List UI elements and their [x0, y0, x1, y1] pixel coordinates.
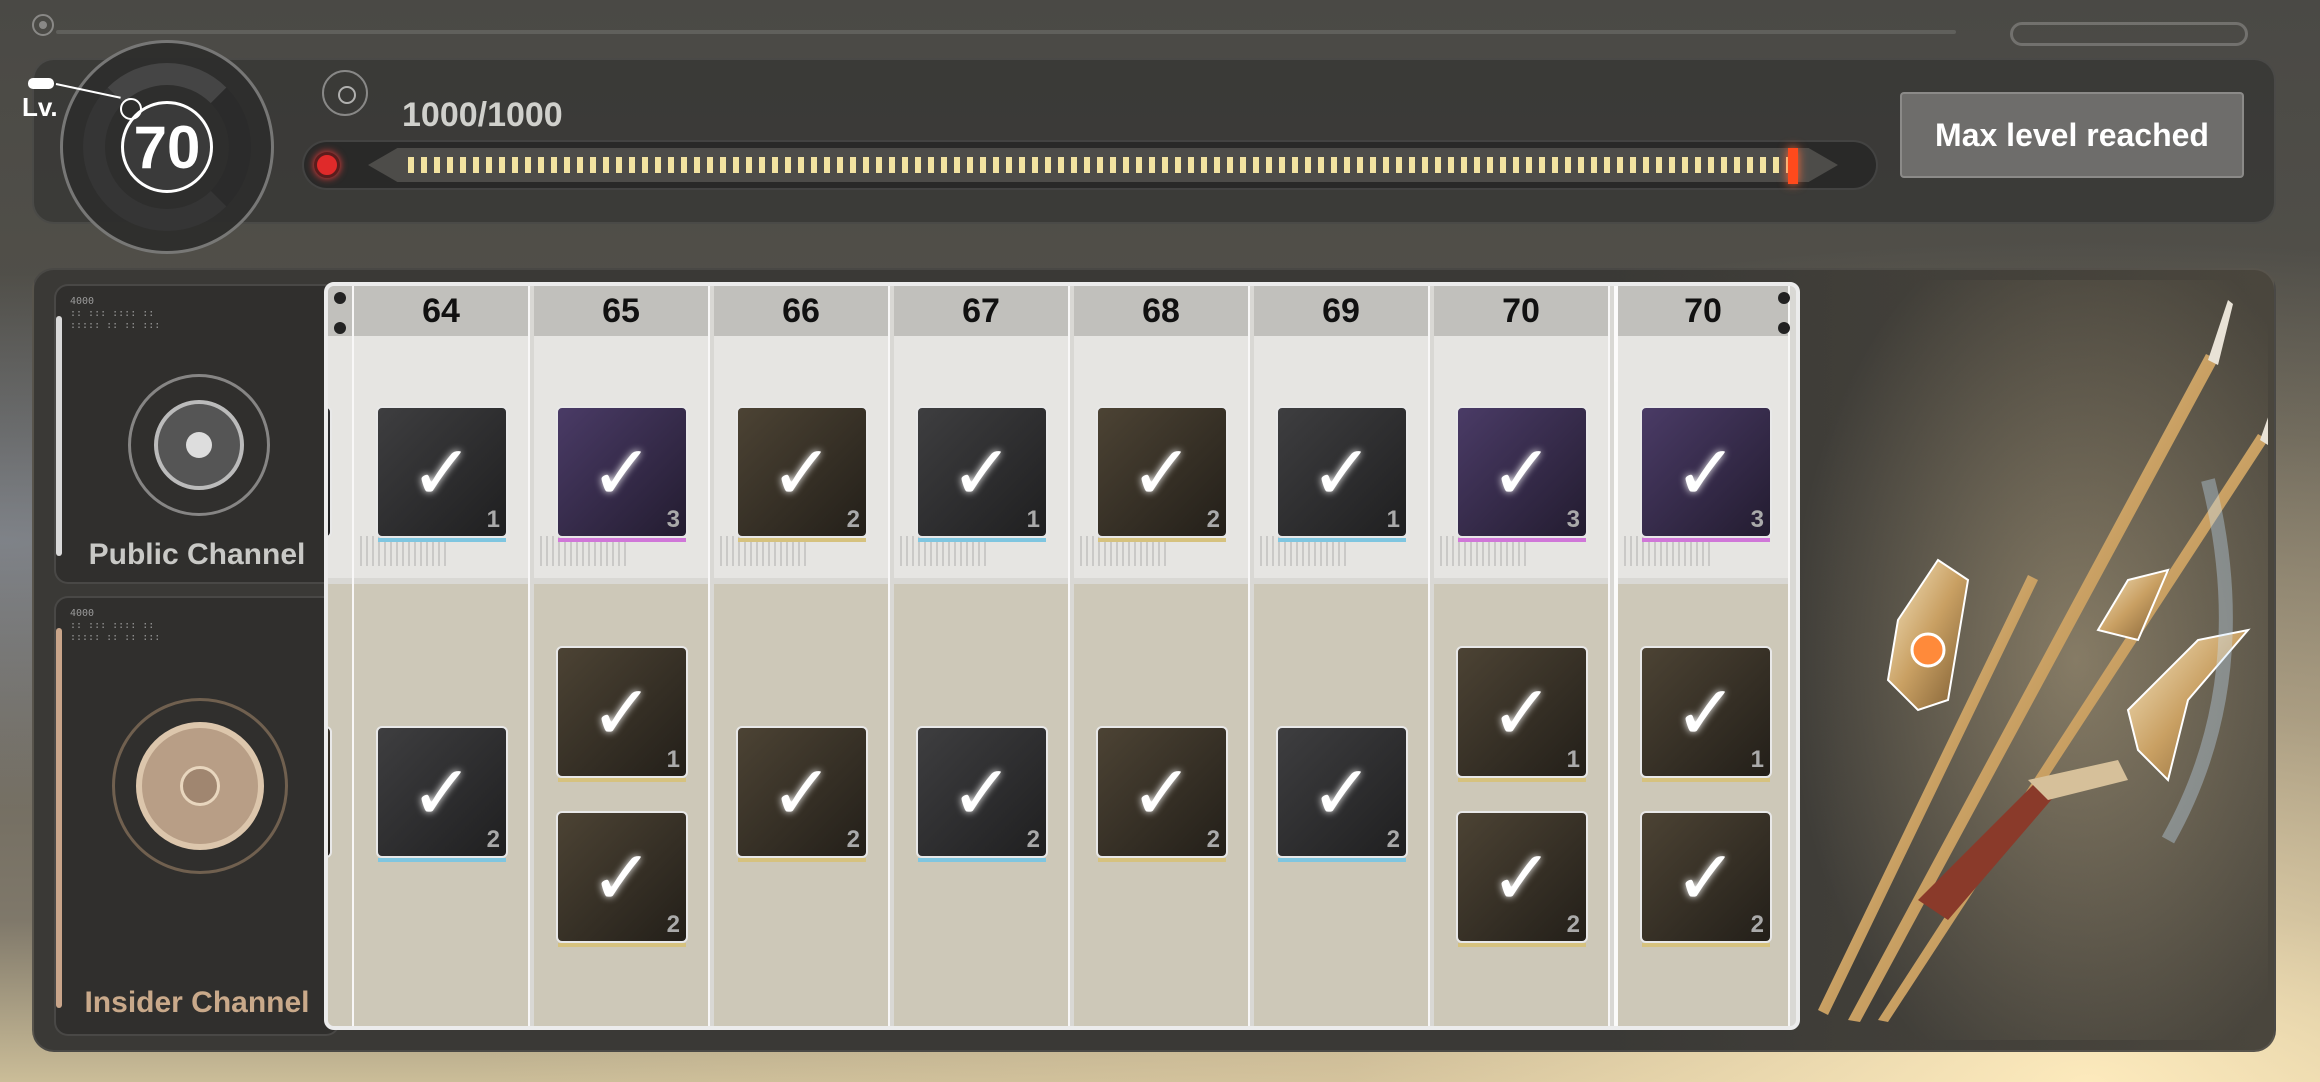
level-value: 70: [133, 113, 201, 181]
reward-track[interactable]: ✓ 2 ✓ 2 64✓1✓265✓3✓1✓266✓2✓267✓1✓268✓2✓2…: [324, 282, 1800, 1030]
reward-qty: 2: [1386, 826, 1400, 853]
reward-qty: 1: [486, 506, 500, 533]
xp-progress-cap: [1788, 148, 1798, 184]
reward-item[interactable]: ✓ 2: [328, 726, 332, 858]
insider-channel-label: Insider Channel: [84, 986, 310, 1019]
reward-column-67: 67 ✓ 1 ✓ 2: [894, 286, 1070, 1026]
reward-item[interactable]: ✓ 2: [1096, 406, 1228, 542]
insider-channel-card[interactable]: 4000:: ::: :::: ::::::: :: :: ::: Inside…: [54, 596, 340, 1036]
reward-level-label: 69: [1254, 286, 1428, 336]
level-ring-icon: 70: [60, 40, 274, 254]
reward-qty: 2: [666, 911, 680, 938]
reward-level-label: 68: [1074, 286, 1248, 336]
reward-qty: 2: [486, 826, 500, 853]
level-knob: [120, 98, 142, 120]
reward-qty: 2: [1026, 826, 1040, 853]
reward-item[interactable]: ✓ 2: [556, 811, 688, 947]
reward-item[interactable]: ✓ 1: [916, 406, 1048, 542]
reward-level-label: 67: [894, 286, 1068, 336]
reward-item[interactable]: ✓ 3: [556, 406, 688, 542]
reward-column-64: 64 ✓ 1 ✓ 2: [354, 286, 530, 1026]
reward-level-label: 70: [1434, 286, 1608, 336]
public-channel-card[interactable]: 4000:: ::: :::: ::::::: :: :: ::: Public…: [54, 284, 340, 584]
reward-qty: 2: [1206, 826, 1220, 853]
reward-item[interactable]: ✓ 2: [1096, 726, 1228, 862]
reward-item[interactable]: ✓ 2: [736, 726, 868, 862]
xp-progress-fill: [408, 157, 1788, 173]
max-level-button[interactable]: Max level reached: [1900, 92, 2244, 178]
reward-item[interactable]: ✓ 2: [1276, 726, 1408, 862]
reward-qty: 2: [1566, 911, 1580, 938]
top-decor-line: [56, 30, 1956, 34]
reward-level-label: 66: [714, 286, 888, 336]
reward-item[interactable]: ✓ 2: [376, 726, 508, 862]
reward-column-65: 65 ✓ 3 ✓ 1 ✓ 2: [534, 286, 710, 1026]
reward-item[interactable]: ✓ 1: [1640, 646, 1772, 782]
checkmark-icon: ✓: [328, 408, 330, 536]
reward-qty: 1: [666, 746, 680, 773]
xp-progress-bar: [302, 140, 1878, 190]
reward-qty: 3: [1566, 506, 1580, 533]
gear-icon: [322, 70, 368, 116]
reward-qty: 1: [1750, 746, 1764, 773]
public-channel-label: Public Channel: [88, 538, 306, 571]
reward-item[interactable]: ✓ 1: [556, 646, 688, 782]
reward-column-70: 70 ✓ 3 ✓ 1 ✓ 2: [1614, 286, 1790, 1026]
public-channel-header-decor: 4000:: ::: :::: ::::::: :: :: :::: [70, 296, 161, 331]
reward-item[interactable]: ✓ 2: [736, 406, 868, 542]
reward-column-partial: ✓ 2 ✓ 2: [328, 286, 354, 1026]
reward-column-68: 68 ✓ 2 ✓ 2: [1074, 286, 1250, 1026]
reward-item[interactable]: ✓ 3: [1456, 406, 1588, 542]
reward-qty: 2: [846, 826, 860, 853]
reward-column-69: 69 ✓ 1 ✓ 2: [1254, 286, 1430, 1026]
reward-item[interactable]: ✓ 1: [1276, 406, 1408, 542]
reward-item[interactable]: ✓ 2: [1640, 811, 1772, 947]
insider-channel-header-decor: 4000:: ::: :::: ::::::: :: :: :::: [70, 608, 161, 643]
top-decor-dot: [32, 14, 54, 36]
red-led-icon: [314, 152, 340, 178]
checkmark-icon: ✓: [328, 728, 330, 856]
level-tag: [28, 78, 54, 89]
reward-qty: 3: [666, 506, 680, 533]
weapon-reward-artwork: [1788, 280, 2268, 1040]
xp-text: 1000/1000: [402, 96, 563, 134]
reward-level-label: 65: [534, 286, 708, 336]
reward-column-70: 70 ✓ 3 ✓ 1 ✓ 2: [1434, 286, 1610, 1026]
level-label: Lv.: [22, 92, 58, 122]
reward-level-label: 70: [1618, 286, 1788, 336]
reward-qty: 1: [1026, 506, 1040, 533]
reward-item[interactable]: ✓ 2: [328, 406, 332, 538]
reward-qty: 2: [1206, 506, 1220, 533]
reward-item[interactable]: ✓ 1: [376, 406, 508, 542]
reward-qty: 1: [1386, 506, 1400, 533]
top-decor-pill: [2010, 22, 2248, 46]
reward-item[interactable]: ✓ 1: [1456, 646, 1588, 782]
reward-level-label: 64: [354, 286, 528, 336]
reward-item[interactable]: ✓ 2: [1456, 811, 1588, 947]
corner-rivet: [334, 292, 346, 304]
reward-item[interactable]: ✓ 2: [916, 726, 1048, 862]
corner-rivet: [334, 322, 346, 334]
reward-column-66: 66 ✓ 2 ✓ 2: [714, 286, 890, 1026]
reward-qty: 2: [1750, 911, 1764, 938]
reward-qty: 3: [1750, 506, 1764, 533]
reward-qty: 2: [846, 506, 860, 533]
reward-item[interactable]: ✓ 3: [1640, 406, 1772, 542]
reward-qty: 1: [1566, 746, 1580, 773]
